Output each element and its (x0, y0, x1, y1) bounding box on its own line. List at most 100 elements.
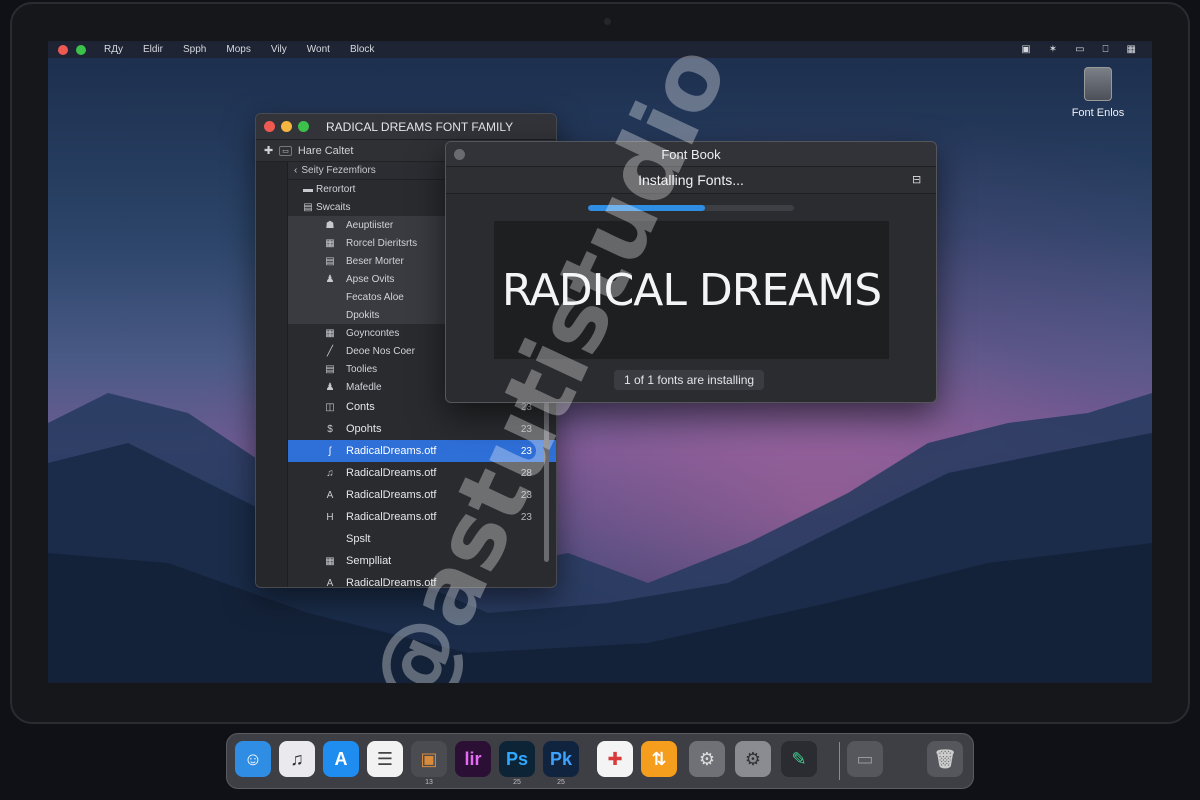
window-icon[interactable]: ▭ (847, 741, 883, 777)
image-icon[interactable]: ▣ (1021, 44, 1030, 55)
grid-icon: ▦ (325, 237, 335, 249)
desktop-icon-label: Font Enlos (1071, 107, 1125, 119)
plus-icon[interactable]: ✚ (264, 144, 273, 157)
list-item[interactable]: A RadicalDreams.otf (288, 572, 556, 588)
list-item-count: 23 (520, 489, 532, 501)
person-icon: ♟ (325, 381, 335, 393)
list-item-label: Mafedle (346, 381, 382, 393)
list-icon: ▤ (325, 363, 335, 375)
menu-item[interactable]: Eldir (143, 44, 163, 55)
list-item-label: Swcaits (316, 201, 351, 213)
dock-badge: 25 (513, 779, 521, 786)
slash-icon: ╱ (326, 345, 334, 357)
list-item[interactable]: A RadicalDreams.otf 23 (288, 484, 556, 506)
desktop-icon-font[interactable]: Font Enlos (1058, 67, 1138, 119)
letter-a-icon: A (326, 577, 334, 588)
font-file-icon (1084, 67, 1112, 101)
app-store-icon[interactable]: A (323, 741, 359, 777)
font-book-titlebar: Font Book (446, 142, 936, 167)
list-item-label: Semplliat (346, 555, 392, 567)
menu-item[interactable]: Block (350, 44, 374, 55)
status-icons: ▣ ✶ ▭ ⎕ ▦ (1021, 44, 1136, 55)
list-item[interactable]: ʃ RadicalDreams.otf 23 (288, 440, 556, 462)
menu-item[interactable]: RДy (104, 44, 123, 55)
list-item[interactable]: Spslt (288, 528, 556, 550)
list-item[interactable]: ▦ Semplliat (288, 550, 556, 572)
trash-icon[interactable]: 🗑 (927, 741, 963, 777)
list-item-count: 23 (520, 445, 532, 457)
desktop-screen: RДy Eldir Spph Mops Vily Wont Block ▣ ✶ ▭ ⎕ ▦ … (48, 41, 1152, 683)
paint-icon[interactable]: ✎ (781, 741, 817, 777)
info-icon[interactable]: ⊟ (912, 173, 924, 186)
install-progress-bar (588, 205, 794, 211)
font-book-title: Font Book (661, 147, 721, 162)
list-item-label: RadicalDreams.otf (346, 445, 437, 457)
menu-item[interactable]: Wont (307, 44, 330, 55)
menu-items: RДy Eldir Spph Mops Vily Wont Block (104, 44, 374, 55)
pixelmator-icon[interactable]: Pk (543, 741, 579, 777)
camera-dot (604, 18, 611, 25)
battery-icon[interactable]: ▭ (1075, 44, 1084, 55)
install-title: Installing Fonts... (638, 172, 744, 188)
close-button[interactable] (264, 121, 275, 132)
menu-item[interactable]: Vily (271, 44, 287, 55)
list-item-label: Aeuptiister (346, 219, 394, 231)
cards-icon[interactable]: ✚ (597, 741, 633, 777)
zoom-button[interactable] (298, 121, 309, 132)
dock-separator (839, 742, 840, 780)
progress-fill (588, 205, 706, 211)
music-note-icon: ♫ (326, 467, 334, 479)
list-item[interactable]: ♫ RadicalDreams.otf 28 (288, 462, 556, 484)
display-icon[interactable]: ⎕ (1103, 44, 1109, 55)
music-icon[interactable]: ♫ (279, 741, 315, 777)
illustrator-icon[interactable]: lir (455, 741, 491, 777)
keyboard-icon[interactable]: ▭ (279, 145, 292, 156)
zoom-icon[interactable] (76, 44, 86, 55)
list-item-label: Deoe Nos Coer (346, 345, 415, 357)
dock: ☺ ♫ A ☰ ▣ 13 lir Ps 25 Pk 25 ✚ ⇅ ⚙ ⚙ ✎ ▭ 🗑 (226, 733, 974, 789)
person-icon: ♟ (325, 273, 335, 285)
list-item-label: Dpokits (346, 309, 380, 321)
list-item-label: Spslt (346, 533, 371, 545)
list-item-label: Goyncontes (346, 327, 400, 339)
list-item-count: 23 (520, 511, 532, 523)
grid-icon: ▦ (325, 555, 335, 567)
list-item[interactable]: H RadicalDreams.otf 23 (288, 506, 556, 528)
system-preferences-icon[interactable]: ⚙ (735, 741, 771, 777)
menu-item[interactable]: Mops (226, 44, 250, 55)
list-icon: ▤ (325, 255, 335, 267)
finder-icon[interactable]: ☺ (235, 741, 271, 777)
install-header: Installing Fonts... ⊟ (446, 167, 936, 194)
star-icon[interactable]: ✶ (1049, 44, 1057, 55)
minimize-button[interactable] (281, 121, 292, 132)
list-item-count: 23 (520, 401, 532, 413)
package-icon[interactable]: ▣ (411, 741, 447, 777)
photoshop-icon[interactable]: Ps (499, 741, 535, 777)
list-item-label: Beser Morter (346, 255, 404, 267)
list-item-label: Rerortort (316, 183, 356, 195)
list-item-label: RadicalDreams.otf (346, 577, 437, 588)
tools-icon[interactable]: ⇅ (641, 741, 677, 777)
list-item-label: Rorcel Dieritsrts (346, 237, 418, 249)
list-item-label: Conts (346, 401, 375, 413)
settings-gear-icon[interactable]: ⚙ (689, 741, 725, 777)
dollar-icon: $ (327, 423, 333, 435)
list-item-label: Opohts (346, 423, 382, 435)
group-icon: ☗ (325, 219, 335, 231)
list-header-label: Seity Fezemfiors (301, 165, 376, 176)
sidebar (256, 162, 288, 587)
list-item[interactable]: $ Opohts 23 (288, 418, 556, 440)
font-book-window: Font Book Installing Fonts... ⊟ RADICAL … (445, 141, 937, 403)
list-item-count: 23 (520, 423, 532, 435)
close-icon[interactable] (58, 44, 68, 55)
chevron-left-icon[interactable]: ‹ (294, 165, 297, 176)
menu-item[interactable]: Spph (183, 44, 206, 55)
grid-icon[interactable]: ▦ (1127, 44, 1136, 55)
scrollbar[interactable] (544, 402, 549, 562)
toolbar-label: Hare Caltet (297, 144, 354, 157)
letter-a-icon: A (326, 489, 334, 501)
window-titlebar: RADICAL DREAMS FONT FAMILY (256, 114, 556, 140)
notes-icon[interactable]: ☰ (367, 741, 403, 777)
list-item-label: RadicalDreams.otf (346, 467, 437, 479)
list-item-label: RadicalDreams.otf (346, 489, 437, 501)
